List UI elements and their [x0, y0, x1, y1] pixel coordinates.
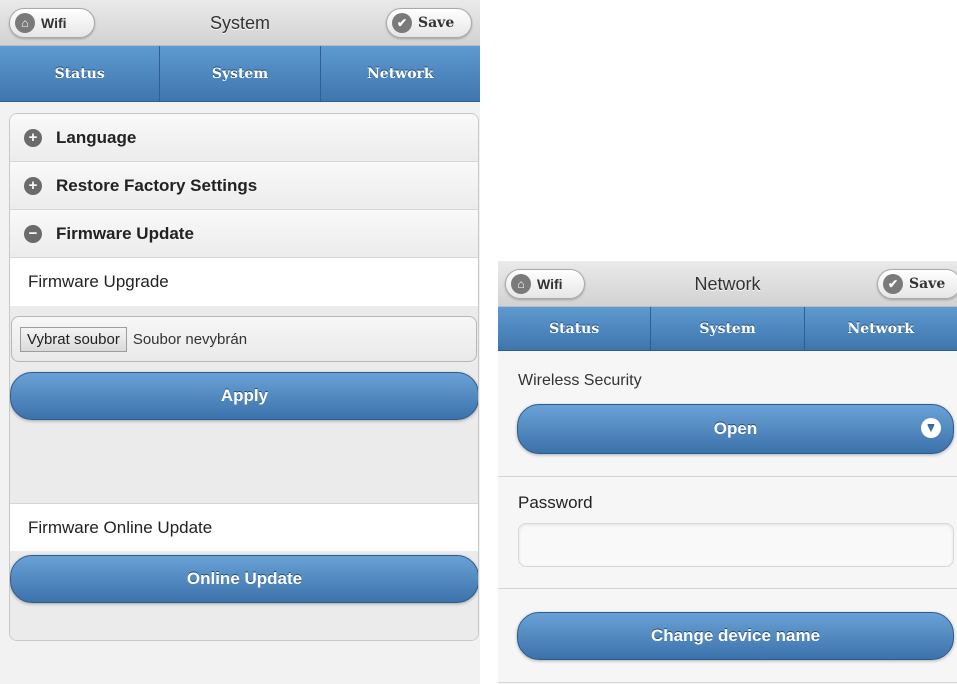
header-bar: ⌂ Wifi System ✔ Save	[0, 0, 480, 46]
system-screen: ⌂ Wifi System ✔ Save Status System Netwo…	[0, 0, 480, 684]
settings-accordion: + Language + Restore Factory Settings − …	[9, 113, 479, 641]
save-button[interactable]: ✔ Save	[877, 269, 957, 299]
tab-system[interactable]: System	[651, 307, 805, 350]
apply-button[interactable]: Apply	[10, 372, 478, 420]
firmware-upgrade-label: Firmware Upgrade	[10, 258, 478, 306]
save-label: Save	[418, 15, 455, 31]
network-screen: ⌂ Wifi Network ✔ Save Status System Netw…	[498, 261, 957, 684]
section-label: Language	[56, 127, 137, 147]
section-firmware-update[interactable]: − Firmware Update	[10, 210, 478, 258]
online-update-button[interactable]: Online Update	[10, 555, 478, 603]
divider	[498, 588, 957, 589]
section-label: Restore Factory Settings	[56, 175, 258, 195]
no-file-text: Soubor nevybrán	[132, 330, 248, 348]
plus-circle-icon: +	[24, 128, 42, 147]
tab-status[interactable]: Status	[498, 307, 652, 350]
wireless-security-label: Wireless Security	[518, 372, 642, 389]
tab-system[interactable]: System	[160, 46, 321, 101]
nav-tabs: Status System Network	[498, 307, 957, 351]
password-input[interactable]	[518, 523, 954, 567]
minus-circle-icon: −	[24, 224, 42, 243]
tab-status[interactable]: Status	[0, 46, 161, 101]
plus-circle-icon: +	[24, 176, 42, 195]
security-select-value: Open	[713, 419, 758, 438]
section-language[interactable]: + Language	[10, 114, 478, 162]
section-label: Firmware Update	[56, 223, 194, 243]
password-label: Password	[518, 493, 593, 512]
firmware-update-body: Firmware Upgrade Vybrat soubor Soubor ne…	[10, 258, 478, 640]
choose-file-button[interactable]: Vybrat soubor	[20, 326, 127, 352]
firmware-online-label: Firmware Online Update	[10, 503, 478, 551]
chevron-down-icon: ▼	[921, 418, 941, 438]
header-bar: ⌂ Wifi Network ✔ Save	[498, 261, 957, 307]
tab-network[interactable]: Network	[321, 46, 480, 101]
divider	[498, 682, 957, 683]
file-input[interactable]: Vybrat soubor Soubor nevybrán	[11, 316, 477, 362]
nav-tabs: Status System Network	[0, 46, 480, 102]
save-button[interactable]: ✔ Save	[386, 8, 472, 38]
section-restore-factory[interactable]: + Restore Factory Settings	[10, 162, 478, 210]
tab-network[interactable]: Network	[805, 307, 957, 350]
change-device-name-button[interactable]: Change device name	[517, 612, 954, 660]
check-icon: ✔	[392, 13, 412, 33]
check-icon: ✔	[883, 274, 903, 294]
security-select[interactable]: Open ▼	[517, 404, 954, 454]
divider	[498, 476, 957, 477]
save-label: Save	[909, 276, 946, 292]
